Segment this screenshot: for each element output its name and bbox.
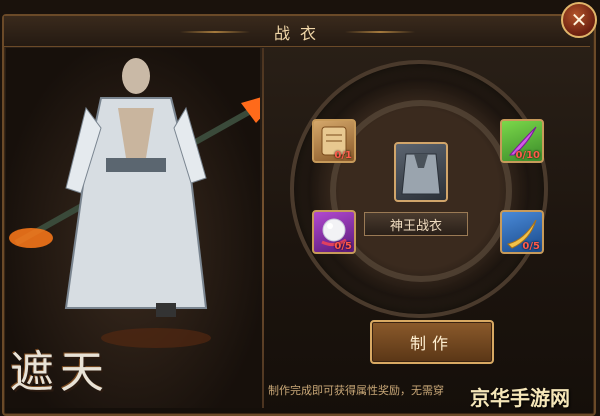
- spear-butt-flame: [9, 228, 53, 248]
- craft-hint-text: 制作完成即可获得属性奖励，无需穿: [268, 384, 444, 397]
- armor-icon: [401, 153, 441, 195]
- site-watermark: 京华手游网: [470, 386, 570, 410]
- game-logo: 遮天: [10, 347, 110, 398]
- material-count: 0/10: [515, 150, 540, 161]
- character-head: [122, 58, 150, 94]
- craft-button[interactable]: 制作: [370, 320, 494, 364]
- window-title: 战衣: [273, 24, 326, 43]
- close-button[interactable]: ✕: [561, 2, 597, 38]
- character-boot: [156, 303, 176, 317]
- armor-slot[interactable]: [394, 142, 448, 202]
- material-count: 0/1: [334, 150, 352, 161]
- pane-divider: [262, 48, 264, 408]
- material-count: 0/5: [522, 241, 540, 252]
- material-slot-pearl[interactable]: 0/5: [312, 210, 356, 254]
- character-shadow: [101, 328, 211, 348]
- item-name-plate: 神王战衣: [364, 212, 468, 236]
- material-count: 0/5: [334, 241, 352, 252]
- material-slot-purple-feather[interactable]: 0/10: [500, 119, 544, 163]
- material-slot-golden-feather[interactable]: 0/5: [500, 210, 544, 254]
- close-icon: ✕: [570, 8, 588, 32]
- character-belt: [106, 158, 166, 172]
- material-slot-scroll[interactable]: 0/1: [312, 119, 356, 163]
